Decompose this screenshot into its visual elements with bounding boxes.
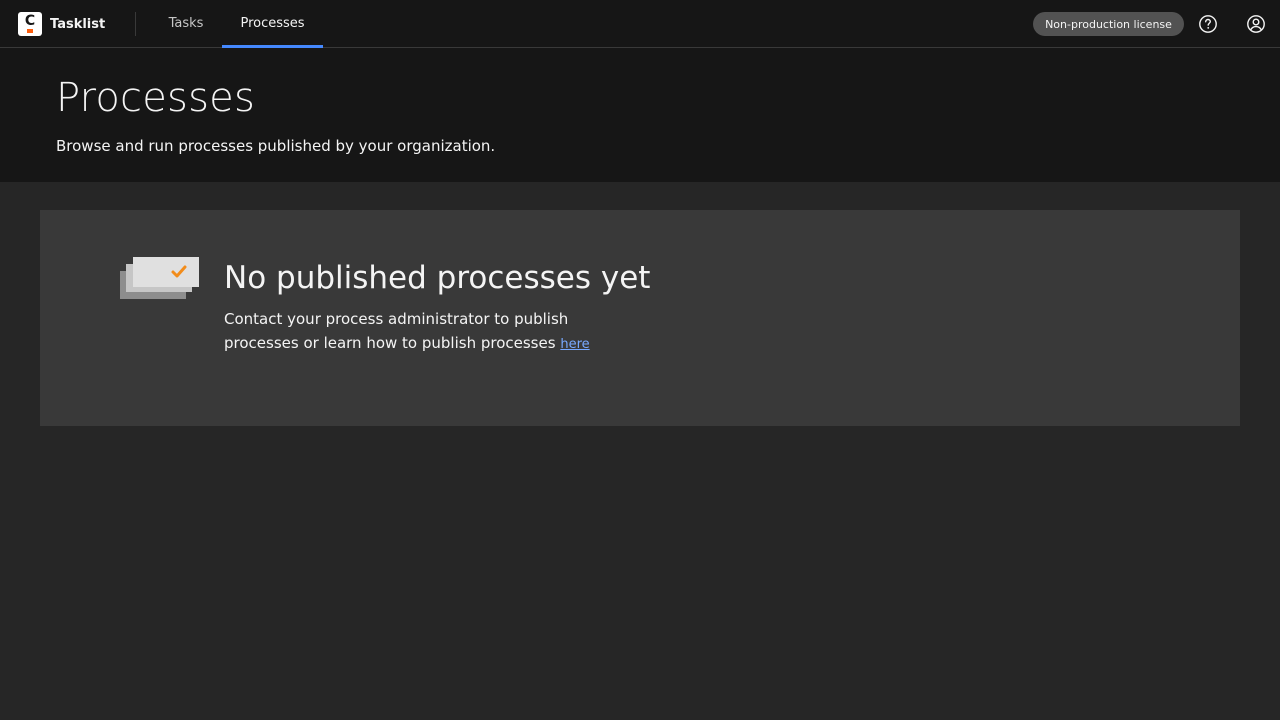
empty-state-title: No published processes yet <box>224 260 651 296</box>
top-navigation-bar: C Tasklist Tasks Processes Non-productio… <box>0 0 1280 48</box>
topbar-divider <box>135 12 136 36</box>
page-title: Processes <box>56 75 255 121</box>
nav-tab-processes[interactable]: Processes <box>222 0 323 48</box>
app-name: Tasklist <box>50 16 106 32</box>
nav-tab-tasks[interactable]: Tasks <box>150 0 222 47</box>
empty-state-card: No published processes yet Contact your … <box>40 210 1240 426</box>
logo-accent-bar <box>27 29 33 33</box>
page-subtitle: Browse and run processes published by yo… <box>56 137 496 155</box>
empty-state-description: Contact your process administrator to pu… <box>224 307 644 357</box>
logo-letter: C <box>24 13 36 29</box>
learn-more-link[interactable]: here <box>560 337 589 352</box>
camunda-logo-icon: C <box>18 12 42 36</box>
help-icon[interactable] <box>1196 12 1220 36</box>
empty-state-text: Contact your process administrator to pu… <box>224 310 569 352</box>
app-brand[interactable]: C Tasklist <box>18 12 105 36</box>
page-header: Processes Browse and run processes publi… <box>0 48 1280 182</box>
user-avatar-icon[interactable] <box>1244 12 1268 36</box>
stacked-cards-checkmark-icon <box>120 257 202 303</box>
license-badge[interactable]: Non-production license <box>1033 12 1184 36</box>
